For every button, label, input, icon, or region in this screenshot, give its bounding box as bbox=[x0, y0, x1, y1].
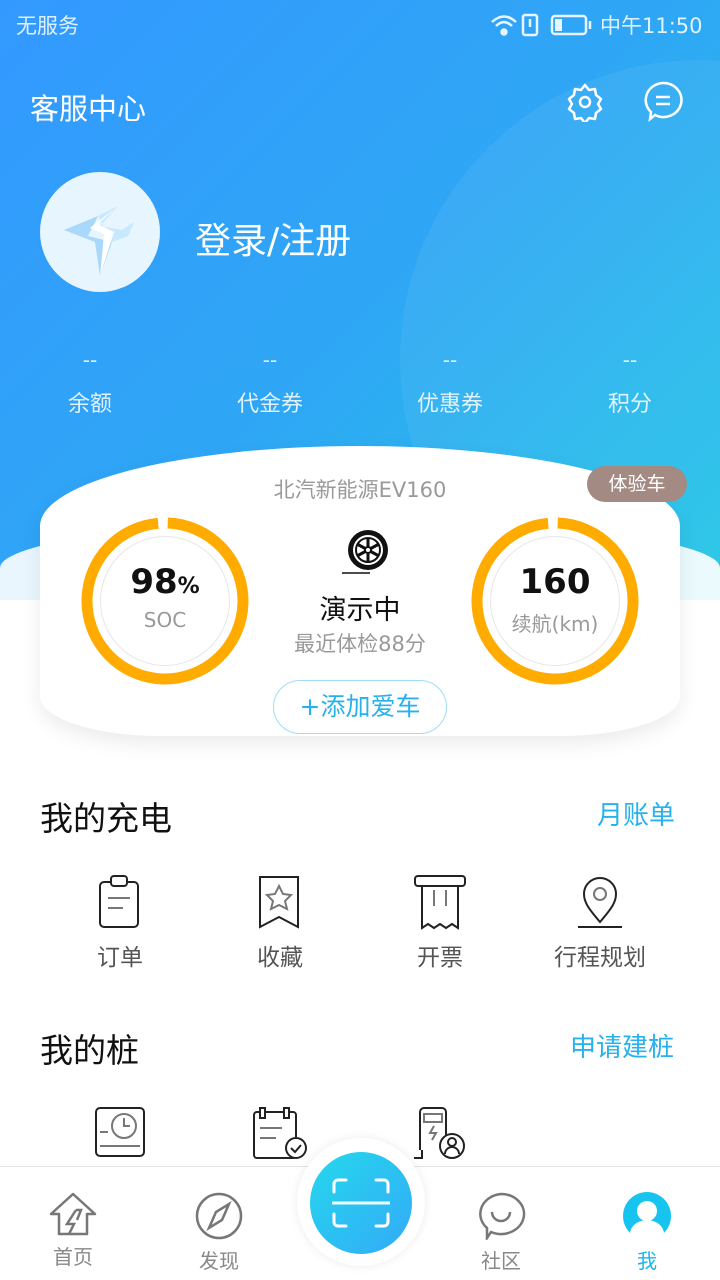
apply-pile-link[interactable]: 申请建桩 bbox=[570, 1027, 674, 1064]
points-label[interactable]: 积分 bbox=[540, 386, 720, 418]
gear-icon[interactable] bbox=[565, 82, 605, 126]
trip-planning-label: 行程规划 bbox=[554, 945, 646, 971]
bookmark-star-icon bbox=[259, 876, 299, 929]
home-bolt-icon bbox=[49, 1192, 97, 1236]
points-value: -- bbox=[622, 348, 638, 372]
wheel-icon bbox=[334, 528, 392, 582]
user-icon bbox=[623, 1192, 671, 1242]
chat-bubble-icon bbox=[479, 1192, 526, 1243]
receipt-icon bbox=[414, 875, 466, 930]
orders-label: 订单 bbox=[97, 945, 143, 971]
status-icons bbox=[490, 12, 595, 42]
scan-button[interactable] bbox=[310, 1152, 412, 1254]
range-value: 160 bbox=[519, 562, 591, 602]
coupon-label[interactable]: 优惠券 bbox=[360, 386, 540, 418]
tab-me[interactable]: 我 bbox=[597, 1192, 697, 1274]
favorites-item[interactable]: 收藏 bbox=[200, 872, 360, 972]
range-gauge: 160 续航(km) bbox=[470, 516, 640, 686]
invoice-item[interactable]: 开票 bbox=[360, 872, 520, 972]
tab-me-label: 我 bbox=[637, 1249, 657, 1273]
add-car-button[interactable]: +添加爱车 bbox=[273, 680, 447, 734]
calendar-check-icon[interactable] bbox=[252, 1106, 308, 1164]
pile-clock-icon[interactable] bbox=[94, 1106, 146, 1162]
charger-user-icon[interactable] bbox=[412, 1106, 468, 1166]
car-card: 北汽新能源EV160 体验车 98% SOC 演示中 最近体检88分 160 续… bbox=[40, 446, 687, 736]
trip-planning-item[interactable]: 行程规划 bbox=[520, 872, 680, 972]
tab-community[interactable]: 社区 bbox=[451, 1192, 551, 1274]
message-icon[interactable] bbox=[642, 80, 684, 126]
carrier-text: 无服务 bbox=[16, 14, 79, 38]
customer-service-link[interactable]: 客服中心 bbox=[30, 86, 146, 128]
clock: 中午11:50 bbox=[600, 14, 703, 38]
car-model: 北汽新能源EV160 bbox=[273, 478, 447, 502]
tab-discover[interactable]: 发现 bbox=[169, 1192, 269, 1274]
tab-home-label: 首页 bbox=[53, 1245, 93, 1269]
orders-item[interactable]: 订单 bbox=[40, 872, 200, 972]
range-label: 续航(km) bbox=[511, 612, 599, 636]
map-pin-icon bbox=[578, 877, 622, 928]
avatar[interactable] bbox=[40, 172, 160, 292]
coupon-value: -- bbox=[442, 348, 458, 372]
brand-logo-icon bbox=[64, 206, 134, 276]
trial-car-badge: 体验车 bbox=[587, 466, 687, 502]
voucher-value: -- bbox=[262, 348, 278, 372]
my-pile-title: 我的桩 bbox=[40, 1031, 139, 1070]
voucher-label[interactable]: 代金券 bbox=[180, 386, 360, 418]
scan-icon bbox=[332, 1178, 390, 1228]
balance-value: -- bbox=[82, 348, 98, 372]
balance-label[interactable]: 余额 bbox=[0, 386, 180, 418]
invoice-label: 开票 bbox=[417, 945, 463, 971]
favorites-label: 收藏 bbox=[257, 945, 303, 971]
compass-icon bbox=[195, 1192, 243, 1240]
tab-home[interactable]: 首页 bbox=[23, 1192, 123, 1270]
monthly-bill-link[interactable]: 月账单 bbox=[597, 795, 675, 832]
tab-community-label: 社区 bbox=[481, 1249, 521, 1273]
login-register-link[interactable]: 登录/注册 bbox=[195, 212, 351, 264]
my-charging-title: 我的充电 bbox=[40, 799, 172, 838]
tab-discover-label: 发现 bbox=[199, 1249, 239, 1273]
clipboard-icon bbox=[99, 875, 139, 928]
